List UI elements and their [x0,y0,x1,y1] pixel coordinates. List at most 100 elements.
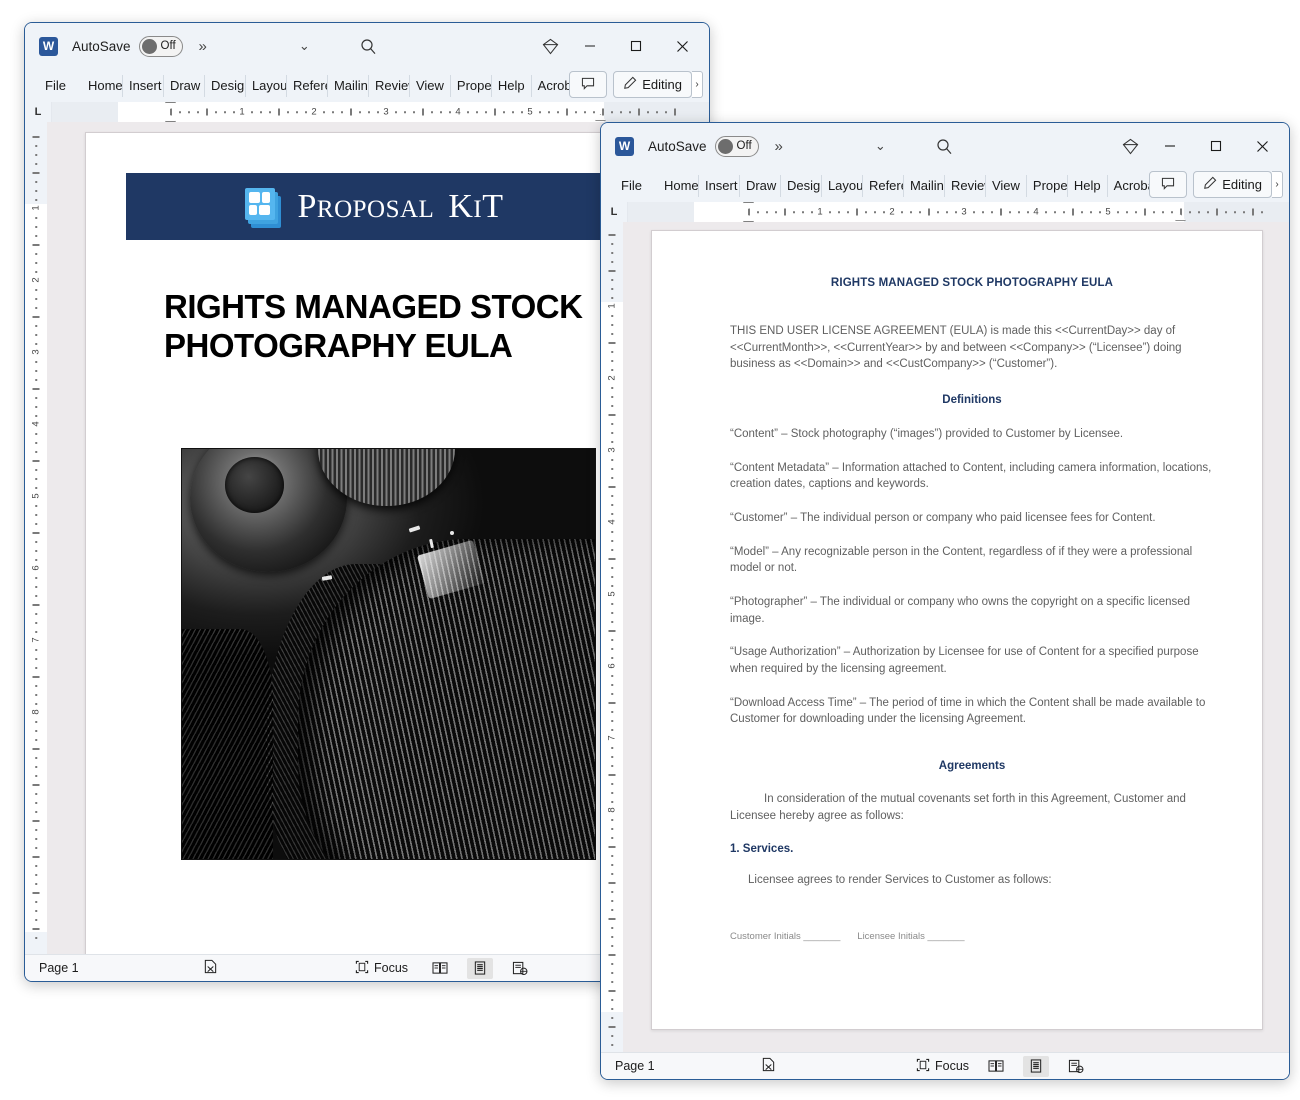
vruler-tick [35,937,37,939]
print-layout-icon[interactable] [1023,1055,1049,1077]
tab-file[interactable]: File [615,175,658,197]
tab-view[interactable]: View [986,174,1027,197]
first-line-indent-marker[interactable] [743,202,754,209]
tab-review[interactable]: Review [945,174,986,197]
more-options-icon[interactable]: » [199,38,207,55]
editing-mode-button[interactable]: Editing [613,71,692,98]
hanging-indent-marker[interactable] [743,215,754,222]
vruler-tick [611,801,613,803]
close-icon[interactable] [1239,124,1285,168]
web-layout-icon[interactable] [1063,1056,1089,1077]
statusbar-front[interactable]: Page 1 Focus [601,1052,1289,1079]
search-icon[interactable] [928,131,962,161]
autosave-toggle[interactable]: Off [714,135,759,157]
vertical-ruler-back[interactable]: 1 2 3 4 5 6 7 8 [25,122,47,954]
tab-review[interactable]: Review [369,74,410,97]
ribbon-actions-back[interactable]: Editing › [569,71,703,98]
ribbon-tabs-front[interactable]: File Home Insert Draw Design Layout Refe… [615,169,1149,202]
web-layout-icon[interactable] [507,958,533,979]
document-canvas-front[interactable]: RIGHTS MANAGED STOCK PHOTOGRAPHY EULA TH… [623,222,1289,1052]
tab-design[interactable]: Design [205,74,246,97]
tab-references[interactable]: Reference [287,74,328,97]
word-window-front[interactable]: W AutoSave Off » ⌄ File Home Insert Draw… [600,122,1290,1080]
ruler-track-front[interactable]: 1 2 3 4 5 [627,202,1289,222]
focus-button-front[interactable]: Focus [916,1058,969,1075]
ribbon-front[interactable]: File Home Insert Draw Design Layout Refe… [601,169,1289,202]
vruler-tick [608,990,616,992]
maximize-icon[interactable] [1193,124,1239,168]
comments-button[interactable] [1149,171,1188,198]
tab-file[interactable]: File [39,75,82,97]
vruler-tick [611,981,613,983]
ribbon-actions-front[interactable]: Editing › [1149,171,1283,198]
focus-button-back[interactable]: Focus [355,960,408,977]
page-indicator-front[interactable]: Page 1 [615,1059,655,1073]
vruler-tick [35,829,37,831]
minimize-icon[interactable] [1147,124,1193,168]
tab-mailings[interactable]: Mailings [904,174,945,197]
ribbon-tabs-back[interactable]: File Home Insert Draw Design Layout Refe… [39,69,573,102]
tab-help[interactable]: Help [1068,174,1108,197]
document-page-front[interactable]: RIGHTS MANAGED STOCK PHOTOGRAPHY EULA TH… [651,230,1263,1030]
titlebar-back[interactable]: W AutoSave Off » ⌄ [25,23,709,69]
diamond-icon[interactable] [533,31,567,61]
tab-home[interactable]: Home [82,74,123,97]
tab-acrobat[interactable]: Acrobat [1108,175,1149,197]
tab-stop-selector[interactable]: L [601,202,627,222]
vruler-tick [611,621,613,623]
ruler-tick [665,111,667,113]
close-icon[interactable] [659,24,705,68]
more-options-icon[interactable]: » [775,138,783,155]
ribbon-back[interactable]: File Home Insert Draw Design Layout Refe… [25,69,709,102]
camera-photo-image[interactable] [181,448,596,860]
diamond-icon[interactable] [1113,131,1147,161]
titlebar-front[interactable]: W AutoSave Off » ⌄ [601,123,1289,169]
vruler-tick [32,460,40,462]
tab-acrobat[interactable]: Acrobat [532,75,573,97]
editing-mode-button[interactable]: Editing [1193,171,1272,198]
minimize-icon[interactable] [567,24,613,68]
accessibility-checker-icon[interactable] [203,959,218,977]
ribbon-overflow-chevron[interactable]: › [1272,171,1283,198]
horizontal-ruler-front[interactable]: L 1 2 3 4 5 [601,202,1289,222]
tab-layout[interactable]: Layout [822,174,863,197]
tab-view[interactable]: View [410,74,451,97]
hanging-indent-marker[interactable] [165,115,176,122]
tab-insert[interactable]: Insert [699,174,740,197]
search-icon[interactable] [352,31,386,61]
autosave-toggle[interactable]: Off [138,35,183,57]
page-indicator-back[interactable]: Page 1 [39,961,79,975]
tab-layout[interactable]: Layout [246,74,287,97]
ruler-track-back[interactable]: 1 2 3 4 5 [51,102,709,122]
read-mode-icon[interactable] [983,1056,1009,1077]
chevron-down-icon[interactable]: ⌄ [875,138,886,154]
horizontal-ruler-back[interactable]: L 1 2 3 4 5 [25,102,709,122]
maximize-icon[interactable] [613,24,659,68]
vruler-tick [611,324,613,326]
tab-draw[interactable]: Draw [164,74,205,97]
tab-mailings[interactable]: Mailings [328,74,369,97]
first-line-indent-marker[interactable] [165,102,176,109]
ruler-tick [584,111,586,113]
chevron-down-icon[interactable]: ⌄ [299,38,310,54]
vertical-ruler-front[interactable]: 1 2 3 4 5 6 7 8 [601,222,623,1052]
vruler-tick [611,405,613,407]
tab-properties[interactable]: Properties [1027,174,1068,197]
vruler-number: 7 [30,637,42,643]
tab-properties[interactable]: Properties [451,74,492,97]
tab-stop-selector[interactable]: L [25,102,51,122]
tab-references[interactable]: Reference [863,174,904,197]
tab-home[interactable]: Home [658,174,699,197]
tab-insert[interactable]: Insert [123,74,164,97]
vruler-tick [608,342,616,344]
print-layout-icon[interactable] [467,957,493,979]
tab-help[interactable]: Help [492,74,532,97]
brand-t: T [482,187,504,225]
tab-design[interactable]: Design [781,174,822,197]
comments-button[interactable] [569,71,608,98]
accessibility-checker-icon[interactable] [761,1057,776,1075]
ribbon-overflow-chevron[interactable]: › [692,71,703,98]
tab-draw[interactable]: Draw [740,174,781,197]
read-mode-icon[interactable] [427,958,453,979]
document-page-back[interactable]: PROPOSAL KIT RIGHTS MANAGED STOCK PHOTOGR… [85,132,630,954]
